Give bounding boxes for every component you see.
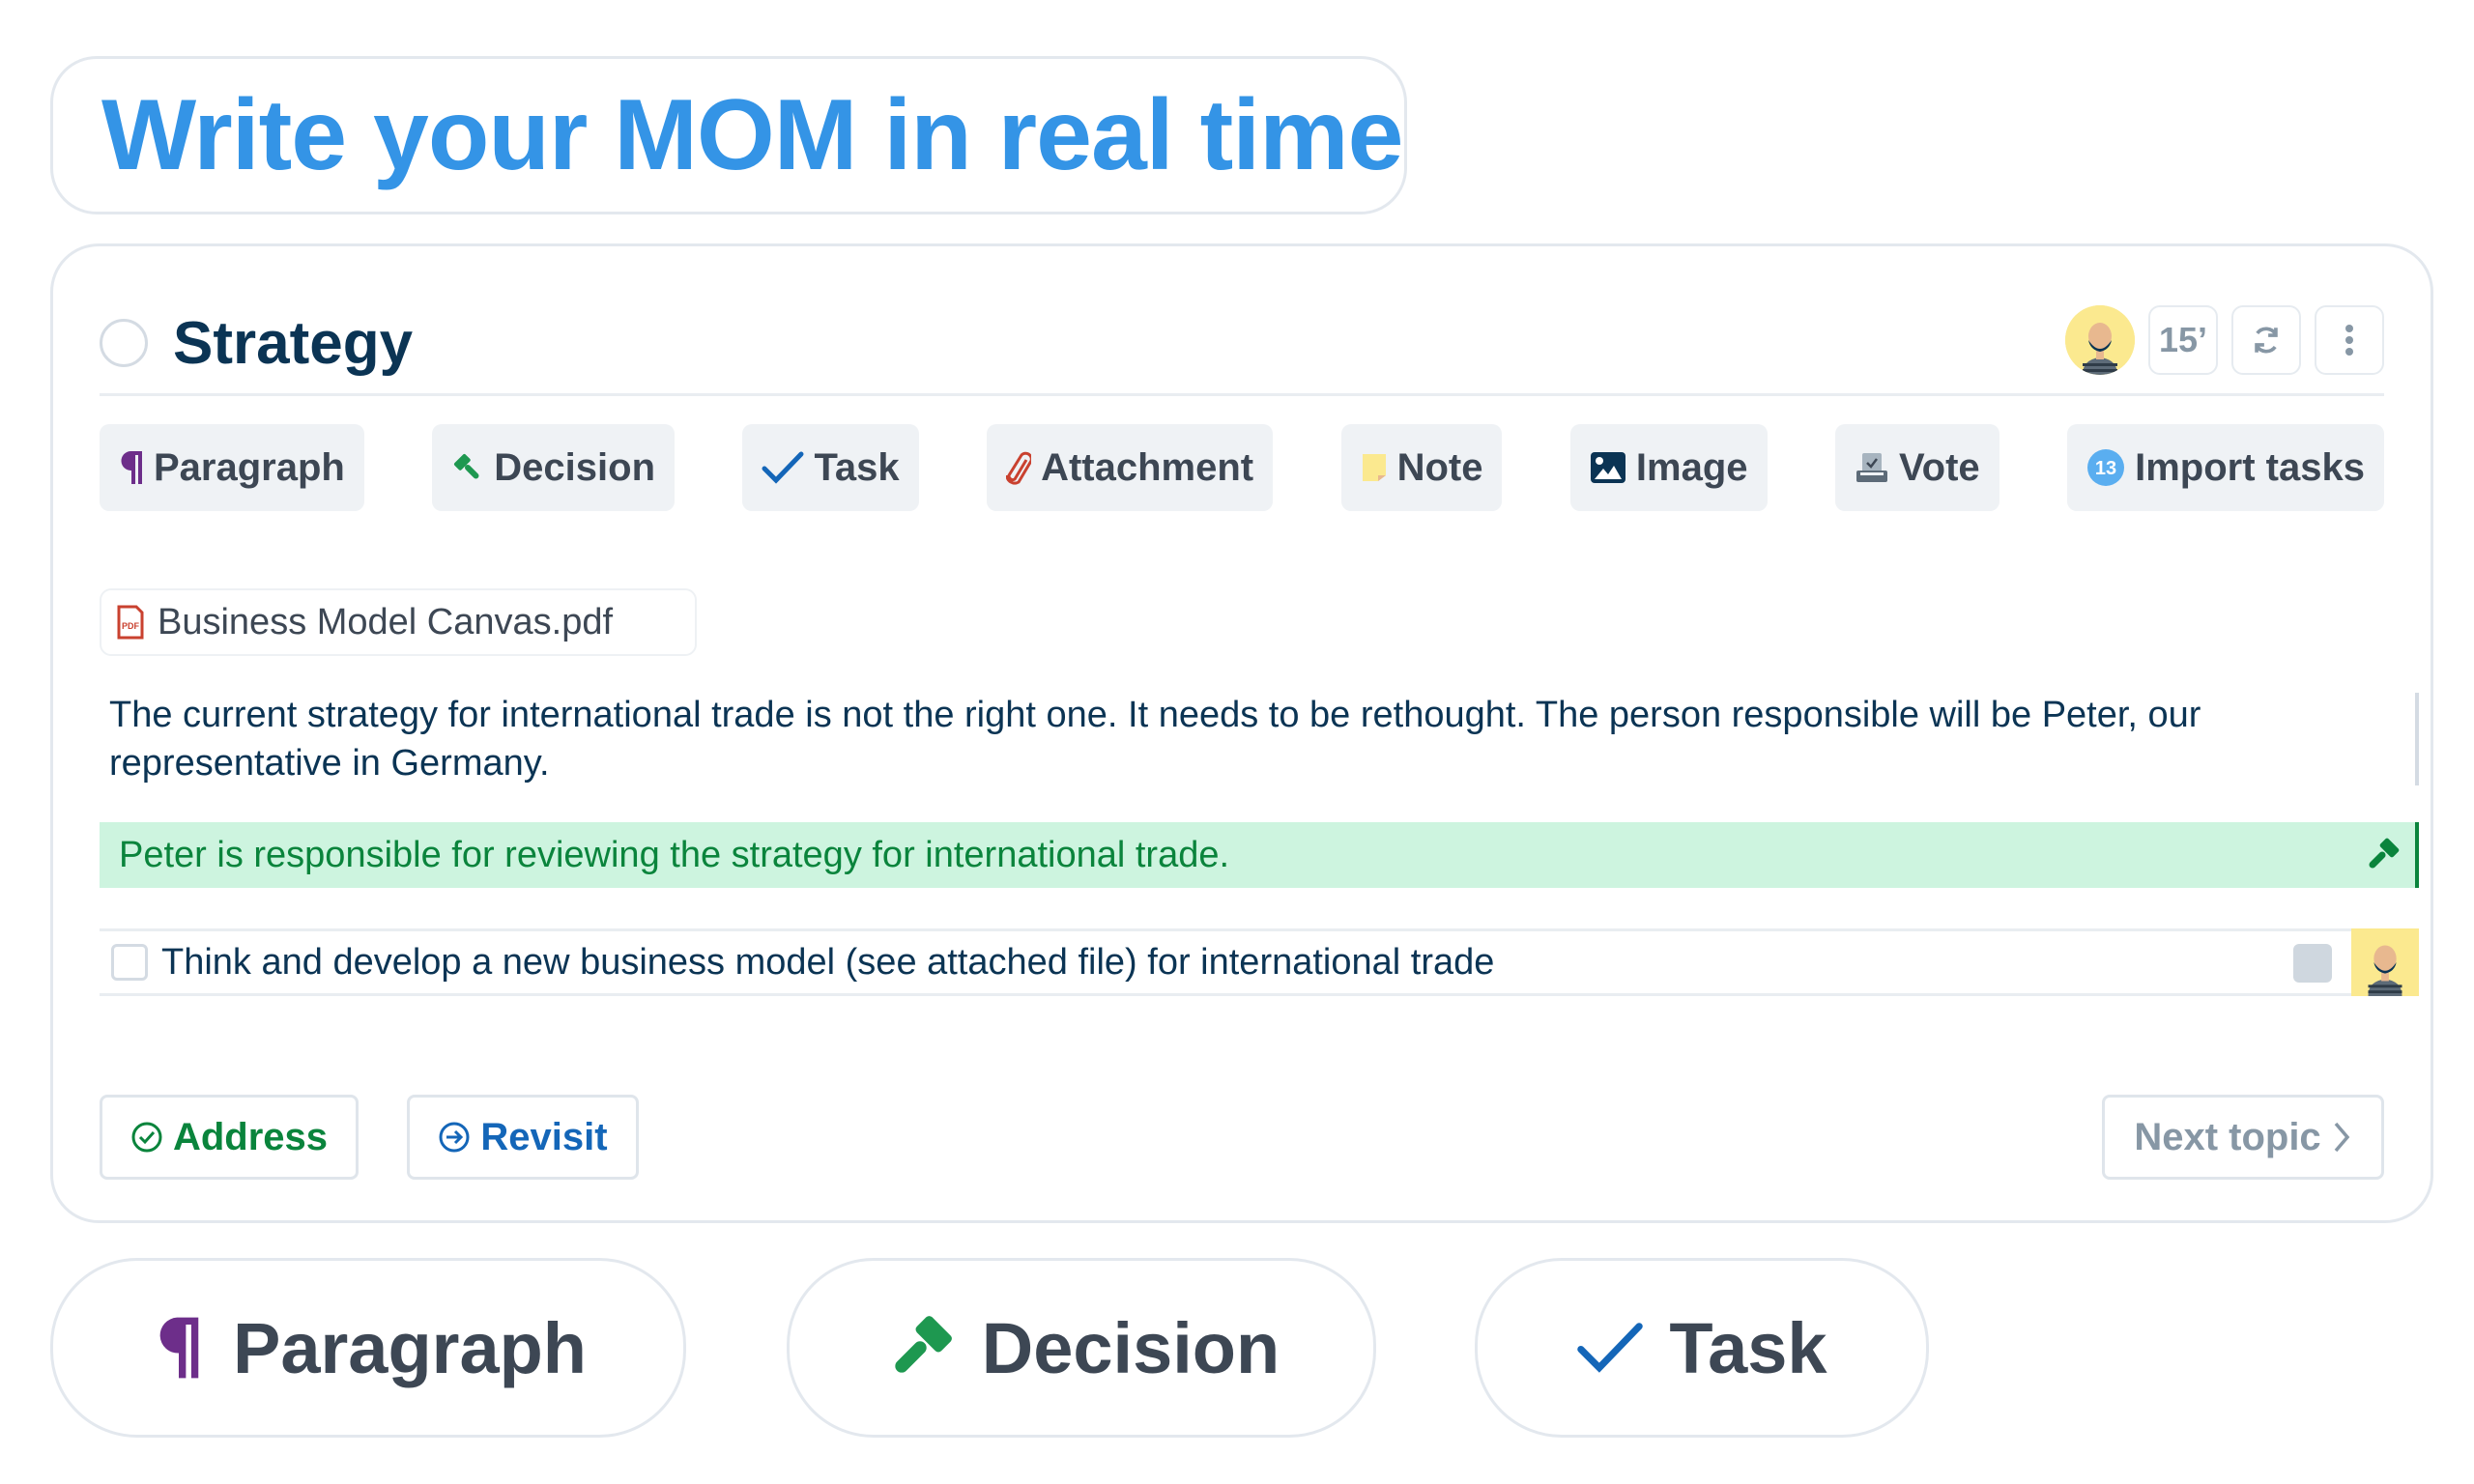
pdf-icon-label: PDF <box>122 621 140 631</box>
headline-banner: Write your MOM in real time <box>50 56 1407 214</box>
topic-card: Strategy 15’ Paragraph Decision Task Att… <box>50 243 2433 1223</box>
header-divider <box>100 393 2384 396</box>
decision-block[interactable]: Peter is responsible for reviewing the s… <box>100 822 2419 888</box>
next-topic-button[interactable]: Next topic <box>2102 1095 2384 1180</box>
import-count: 13 <box>2095 458 2116 479</box>
feature-pill-task: Task <box>1475 1258 1929 1438</box>
toolbar-attachment-label: Attachment <box>1041 445 1254 489</box>
toolbar-decision-button[interactable]: Decision <box>432 424 676 511</box>
toolbar-task-label: Task <box>814 445 900 489</box>
gavel-icon <box>454 453 479 479</box>
task-due-date-button[interactable] <box>2293 944 2332 983</box>
bearded-man-avatar-icon <box>2065 305 2135 375</box>
chevron-right-icon <box>2334 1122 2349 1153</box>
more-options-button[interactable] <box>2315 305 2384 375</box>
kebab-menu-icon <box>2345 325 2353 356</box>
attachment-name: Business Model Canvas.pdf <box>158 601 614 642</box>
refresh-icon <box>2255 327 2278 354</box>
checkmark-icon <box>762 451 804 484</box>
task-checkbox[interactable] <box>111 944 148 981</box>
task-text[interactable]: Think and develop a new business model (… <box>161 942 1494 984</box>
owner-avatar[interactable] <box>2065 305 2135 375</box>
check-circle-icon <box>131 1122 162 1153</box>
checkmark-icon <box>1577 1323 1644 1373</box>
address-label: Address <box>172 1115 329 1158</box>
toolbar-paragraph-button[interactable]: Paragraph <box>100 424 364 511</box>
pilcrow-icon <box>121 451 142 484</box>
sticky-note-icon <box>1362 454 1386 481</box>
feature-pill-task-label: Task <box>1669 1307 1827 1388</box>
feature-pill-decision: Decision <box>787 1258 1376 1438</box>
ballot-box-icon <box>1856 453 1887 482</box>
feature-pill-paragraph-label: Paragraph <box>232 1307 588 1388</box>
toolbar-note-button[interactable]: Note <box>1340 424 1503 511</box>
revisit-button[interactable]: Revisit <box>407 1095 639 1180</box>
refresh-button[interactable] <box>2231 305 2301 375</box>
arrow-circle-right-icon <box>439 1122 470 1153</box>
toolbar-task-button[interactable]: Task <box>742 424 919 511</box>
toolbar-decision-label: Decision <box>494 445 656 489</box>
topic-title: Strategy <box>173 309 414 377</box>
topic-actions: 15’ <box>2065 305 2384 375</box>
content-toolbar: Paragraph Decision Task Attachment Note … <box>100 424 2384 511</box>
next-topic-label: Next topic <box>2134 1115 2321 1158</box>
toolbar-image-button[interactable]: Image <box>1569 424 1768 511</box>
paragraph-text: The current strategy for international t… <box>109 695 2201 784</box>
gavel-icon <box>895 1316 952 1373</box>
bearded-man-avatar-icon <box>2351 928 2419 996</box>
toolbar-image-label: Image <box>1635 445 1748 489</box>
decision-text: Peter is responsible for reviewing the s… <box>119 834 1230 875</box>
toolbar-import-tasks-button[interactable]: 13 Import tasks <box>2067 424 2384 511</box>
toolbar-paragraph-label: Paragraph <box>154 445 345 489</box>
paragraph-side-indicator <box>2415 693 2419 785</box>
pdf-icon: PDF <box>117 605 144 640</box>
image-icon <box>1590 452 1625 483</box>
attachment-chip[interactable]: PDF Business Model Canvas.pdf <box>100 588 697 656</box>
duration-button[interactable]: 15’ <box>2148 305 2218 375</box>
feature-pill-paragraph: Paragraph <box>50 1258 686 1438</box>
revisit-label: Revisit <box>480 1115 608 1158</box>
topic-status-radio[interactable] <box>100 319 148 367</box>
import-count-badge-icon: 13 <box>2087 449 2125 486</box>
gavel-icon <box>2369 838 2400 869</box>
feature-pill-decision-label: Decision <box>981 1307 1280 1388</box>
toolbar-import-tasks-label: Import tasks <box>2135 445 2365 489</box>
duration-value: 15’ <box>2158 320 2208 359</box>
paragraph-block[interactable]: The current strategy for international t… <box>100 691 2419 789</box>
headline-text: Write your MOM in real time <box>101 79 1403 191</box>
toolbar-attachment-button[interactable]: Attachment <box>987 424 1274 511</box>
topic-header: Strategy 15’ <box>100 291 2384 395</box>
toolbar-note-label: Note <box>1396 445 1483 489</box>
toolbar-vote-label: Vote <box>1898 445 1980 489</box>
paperclip-icon <box>1006 451 1032 485</box>
task-row: Think and develop a new business model (… <box>100 928 2419 996</box>
task-assignee-avatar[interactable] <box>2351 928 2419 996</box>
toolbar-vote-button[interactable]: Vote <box>1834 424 1999 511</box>
pilcrow-icon <box>159 1317 199 1379</box>
address-button[interactable]: Address <box>100 1095 359 1180</box>
